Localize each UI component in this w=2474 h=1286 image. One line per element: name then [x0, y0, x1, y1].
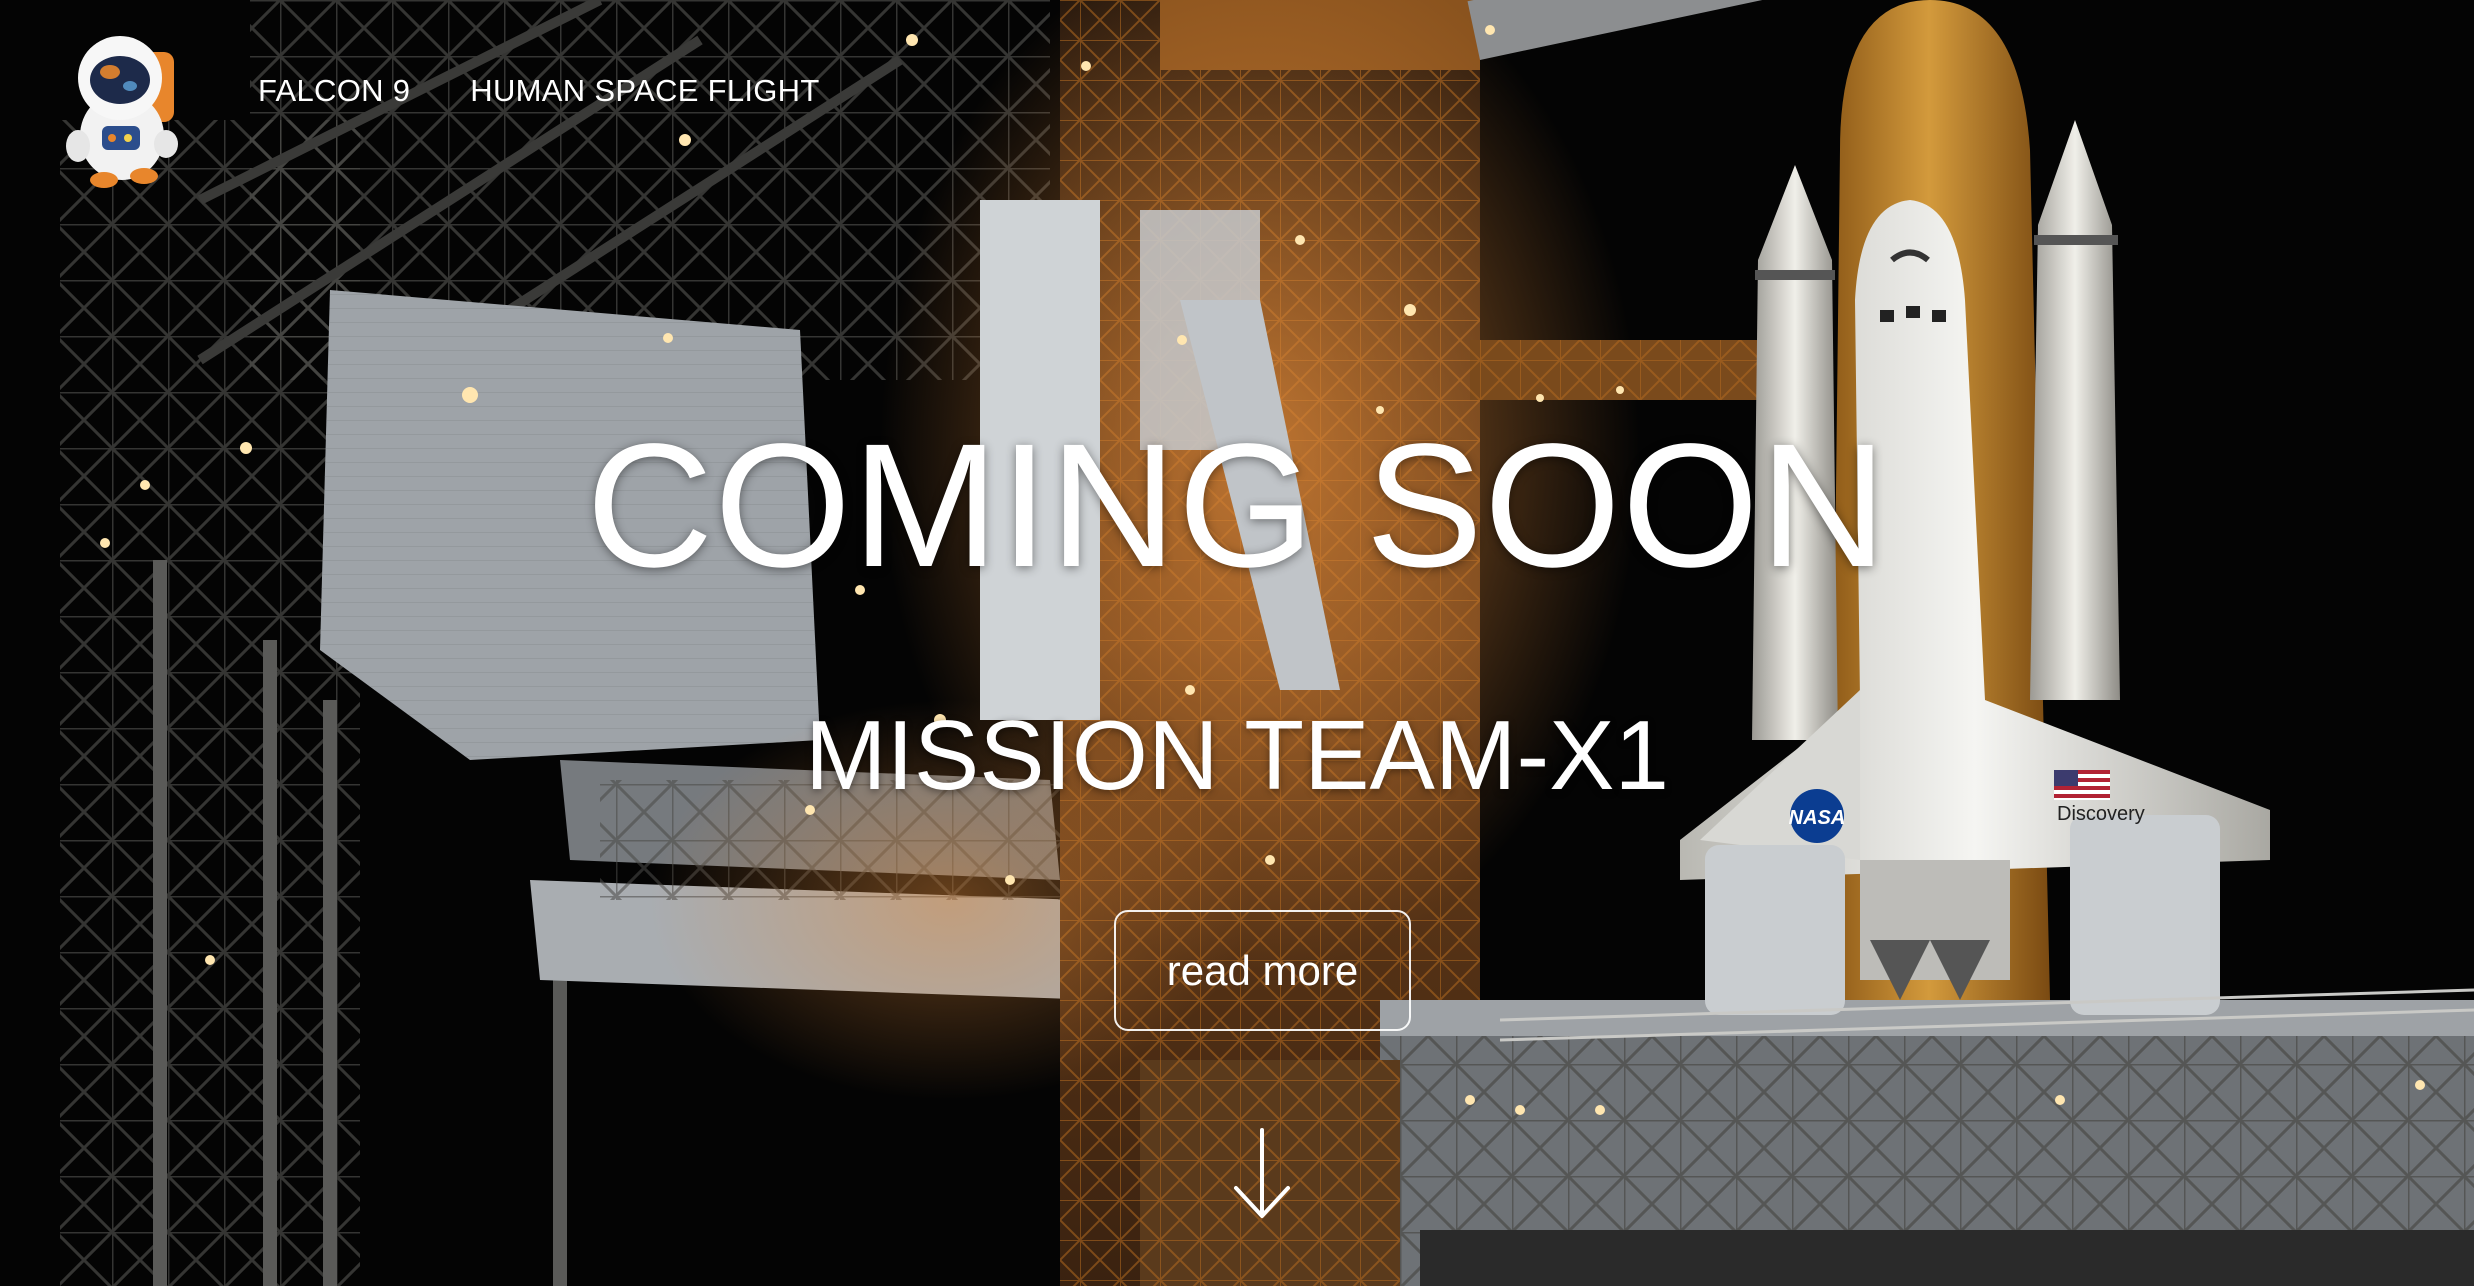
nav-link-human-space-flight[interactable]: HUMAN SPACE FLIGHT [470, 73, 819, 109]
shuttle-name-text: Discovery [2057, 803, 2145, 825]
hero-background-image: NASA Discovery [0, 0, 2474, 1286]
main-nav: FALCON 9 HUMAN SPACE FLIGHT [258, 73, 820, 109]
nasa-logo-text: NASA [1789, 807, 1846, 829]
hero-subheadline: MISSION TEAM-X1 [804, 700, 1669, 810]
read-more-button[interactable]: read more [1114, 910, 1411, 1031]
arrow-down-icon[interactable] [1232, 1126, 1292, 1222]
nav-link-falcon-9[interactable]: FALCON 9 [258, 73, 410, 109]
hero-headline: COMING SOON [586, 408, 1888, 604]
astronaut-logo-icon[interactable] [58, 26, 194, 190]
